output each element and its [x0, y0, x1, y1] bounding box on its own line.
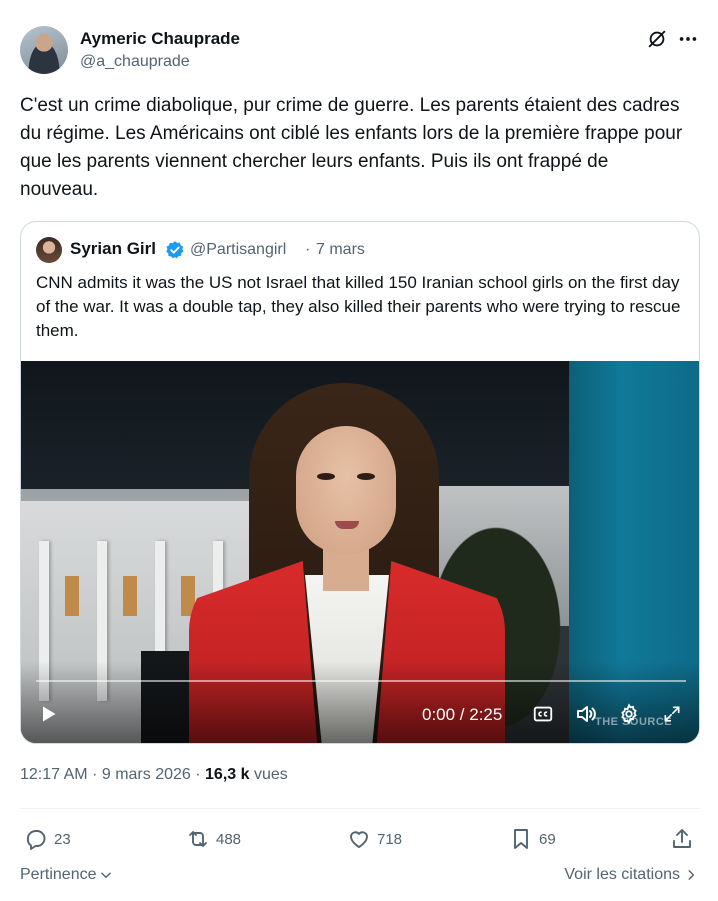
presenter-face	[296, 426, 396, 554]
quote-separator: ·	[305, 241, 311, 258]
video-progress-bar[interactable]	[36, 680, 686, 682]
building-window	[123, 576, 137, 616]
tweet-meta: 12:17 AM · 9 mars 2026 · 16,3 k vues	[20, 766, 288, 784]
play-icon[interactable]	[35, 701, 61, 727]
view-quotes-label: Voir les citations	[564, 866, 680, 883]
share-button[interactable]	[670, 825, 694, 853]
reply-count: 23	[54, 830, 71, 848]
repost-button[interactable]: 488	[186, 825, 241, 853]
meta-separator: ·	[92, 766, 98, 783]
author-name[interactable]: Aymeric Chauprade	[80, 29, 240, 49]
presenter-eye	[357, 473, 375, 480]
tweet-time[interactable]: 12:17 AM	[20, 766, 88, 783]
author-avatar[interactable]	[20, 26, 68, 74]
repost-count: 488	[216, 830, 242, 848]
like-button[interactable]: 718	[347, 825, 402, 853]
meta-separator: ·	[195, 766, 201, 783]
building-window	[65, 576, 79, 616]
divider	[20, 808, 700, 809]
video-time: 0:00 / 2:25	[422, 705, 503, 724]
repost-icon	[189, 831, 207, 847]
author-handle[interactable]: @a_chauprade	[80, 53, 190, 71]
quoted-tweet[interactable]: Syrian Girl @Partisangirl · 7 mars CNN a…	[20, 221, 700, 744]
bookmark-count: 69	[539, 830, 556, 848]
view-quotes-link[interactable]: Voir les citations	[564, 866, 698, 884]
verified-badge-icon	[166, 241, 184, 259]
chevron-right-icon	[688, 870, 695, 880]
reply-button[interactable]: 23	[24, 825, 71, 853]
sort-label: Pertinence	[20, 866, 97, 883]
captions-icon[interactable]	[530, 701, 556, 727]
heart-icon	[350, 831, 368, 848]
video-player[interactable]: 0:00 / 2:25 THE SOURCE	[21, 361, 699, 743]
chevron-down-icon	[100, 872, 111, 879]
bookmark-icon	[514, 829, 528, 849]
quote-author-name[interactable]: Syrian Girl	[70, 239, 156, 259]
views-label: vues	[253, 766, 288, 783]
share-icon	[673, 829, 691, 848]
presenter-eye	[317, 473, 335, 480]
tweet-date[interactable]: 9 mars 2026	[102, 766, 191, 783]
tweet-text: C'est un crime diabolique, pur crime de …	[20, 95, 683, 200]
quote-date[interactable]: 7 mars	[316, 241, 365, 259]
quote-author-handle[interactable]: @Partisangirl	[190, 241, 286, 259]
sort-dropdown[interactable]: Pertinence	[20, 866, 113, 884]
quote-text: CNN admits it was the US not Israel that…	[36, 273, 681, 340]
views-count: 16,3 k	[205, 766, 250, 783]
like-count: 718	[377, 830, 403, 848]
quote-avatar[interactable]	[36, 237, 62, 263]
settings-gear-icon[interactable]	[616, 701, 642, 727]
fullscreen-icon[interactable]	[659, 701, 685, 727]
reply-icon	[26, 830, 46, 850]
grok-icon[interactable]	[646, 28, 668, 50]
bookmark-button[interactable]: 69	[509, 825, 556, 853]
more-options-icon[interactable]	[677, 28, 699, 50]
